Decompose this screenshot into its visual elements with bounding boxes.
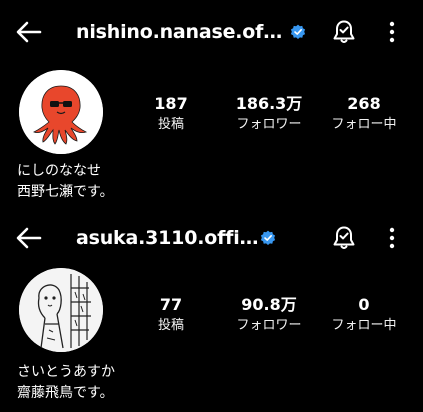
notification-bell-icon bbox=[333, 226, 355, 249]
more-options-icon bbox=[389, 227, 395, 249]
profile-header-asuka: asuka.3110.official 77 投稿 90.8万 フォロワー 0 … bbox=[0, 206, 423, 412]
posts-count: 77 bbox=[159, 295, 183, 314]
bio: にしのななせ 西野七瀬です。 bbox=[17, 161, 114, 203]
posts-stat[interactable]: 77 投稿 bbox=[147, 294, 195, 336]
bio-text: 齋藤飛鳥です。 bbox=[17, 385, 114, 401]
posts-stat[interactable]: 187 投稿 bbox=[147, 93, 195, 135]
illustration-avatar-image bbox=[19, 268, 103, 352]
bio-name: にしのななせ bbox=[17, 163, 101, 179]
verified-badge-icon bbox=[290, 24, 306, 39]
followers-label: フォロワー bbox=[236, 117, 302, 132]
following-label: フォロー中 bbox=[331, 117, 397, 132]
back-button[interactable] bbox=[12, 16, 46, 48]
profile-header-nishino: nishino.nanase.offic… bbox=[0, 0, 423, 206]
posts-label: 投稿 bbox=[157, 318, 184, 333]
more-options-icon bbox=[389, 21, 395, 43]
avatar[interactable] bbox=[19, 70, 103, 154]
bio-text: 西野七瀬です。 bbox=[17, 184, 114, 200]
username: nishino.nanase.offic… bbox=[76, 21, 284, 43]
notification-bell-button[interactable] bbox=[328, 222, 360, 254]
bio-name: さいとうあすか bbox=[17, 364, 115, 380]
followers-count: 90.8万 bbox=[241, 295, 297, 314]
octopus-avatar-image bbox=[19, 70, 103, 154]
username: asuka.3110.official bbox=[76, 227, 266, 249]
more-options-button[interactable] bbox=[378, 222, 406, 254]
followers-stat[interactable]: 90.8万 フォロワー bbox=[226, 294, 312, 336]
following-count: 0 bbox=[358, 295, 370, 314]
back-arrow-icon bbox=[16, 21, 42, 43]
screen: nishino.nanase.offic… bbox=[0, 0, 423, 412]
top-bar: asuka.3110.official bbox=[0, 220, 423, 256]
following-count: 268 bbox=[347, 94, 381, 113]
back-button[interactable] bbox=[12, 222, 46, 254]
more-options-button[interactable] bbox=[378, 16, 406, 48]
avatar[interactable] bbox=[19, 268, 103, 352]
notification-bell-button[interactable] bbox=[328, 16, 360, 48]
following-label: フォロー中 bbox=[331, 318, 397, 333]
following-stat[interactable]: 268 フォロー中 bbox=[323, 93, 405, 135]
following-stat[interactable]: 0 フォロー中 bbox=[323, 294, 405, 336]
verified-badge-icon bbox=[260, 230, 276, 245]
followers-label: フォロワー bbox=[236, 318, 302, 333]
bio: さいとうあすか 齋藤飛鳥です。 bbox=[17, 362, 115, 404]
posts-label: 投稿 bbox=[157, 117, 184, 132]
top-bar: nishino.nanase.offic… bbox=[0, 14, 423, 50]
notification-bell-icon bbox=[333, 20, 355, 43]
followers-count: 186.3万 bbox=[235, 94, 303, 113]
back-arrow-icon bbox=[16, 227, 42, 249]
posts-count: 187 bbox=[154, 94, 188, 113]
followers-stat[interactable]: 186.3万 フォロワー bbox=[226, 93, 312, 135]
